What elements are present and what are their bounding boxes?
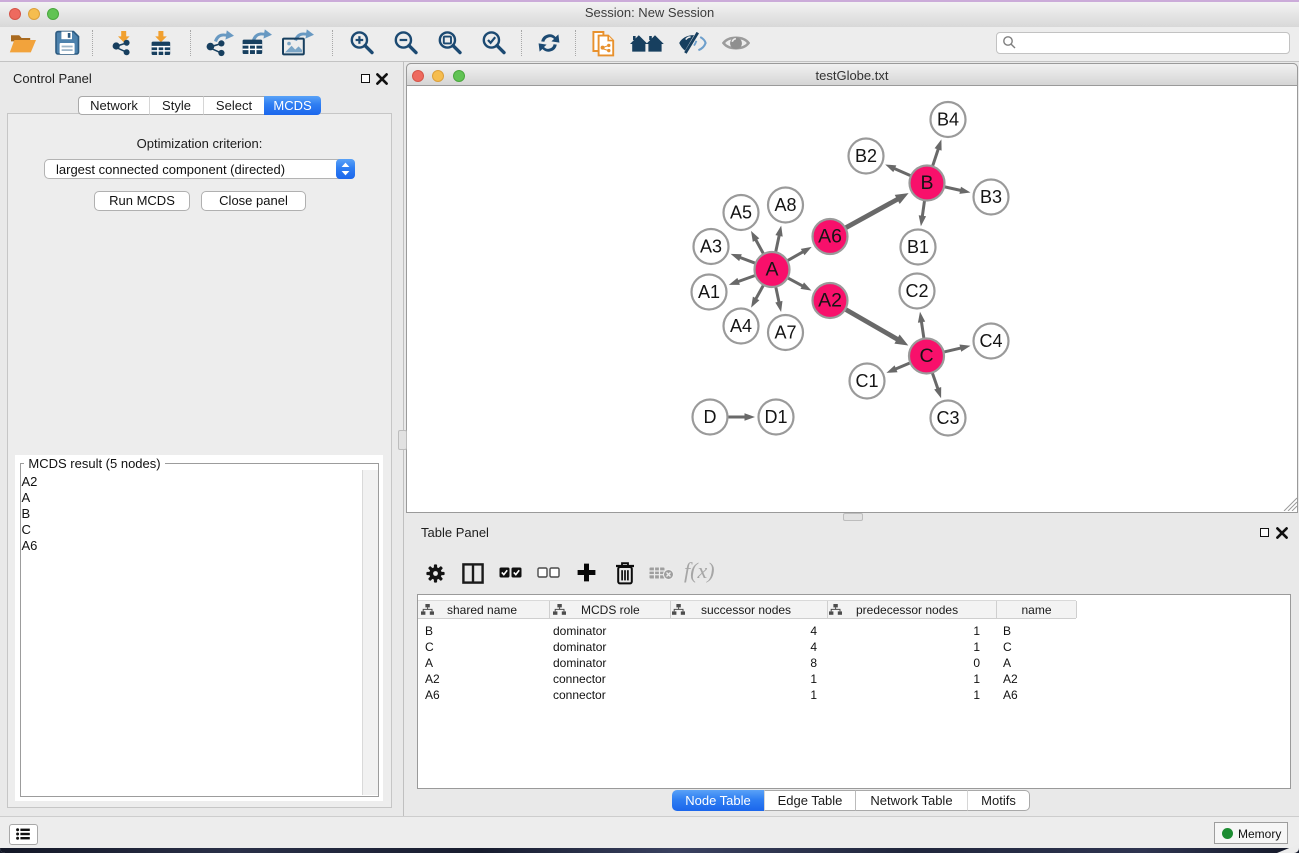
svg-text:C1: C1 — [855, 371, 878, 391]
svg-text:B4: B4 — [937, 110, 959, 130]
svg-text:B1: B1 — [907, 237, 929, 257]
svg-text:C3: C3 — [936, 408, 959, 428]
svg-text:B: B — [920, 172, 933, 194]
svg-text:A7: A7 — [774, 323, 796, 343]
svg-text:A8: A8 — [774, 195, 796, 215]
svg-text:A1: A1 — [698, 282, 720, 302]
svg-text:B2: B2 — [855, 146, 877, 166]
svg-text:A6: A6 — [818, 226, 842, 248]
svg-text:A3: A3 — [700, 237, 722, 257]
svg-text:A5: A5 — [730, 203, 752, 223]
svg-text:D1: D1 — [764, 407, 787, 427]
svg-text:B3: B3 — [980, 187, 1002, 207]
svg-text:A: A — [765, 259, 778, 281]
svg-text:C: C — [919, 345, 933, 367]
svg-text:D: D — [704, 407, 717, 427]
svg-text:C2: C2 — [905, 281, 928, 301]
svg-text:C4: C4 — [979, 331, 1002, 351]
svg-text:A2: A2 — [818, 290, 842, 312]
svg-text:A4: A4 — [730, 316, 752, 336]
